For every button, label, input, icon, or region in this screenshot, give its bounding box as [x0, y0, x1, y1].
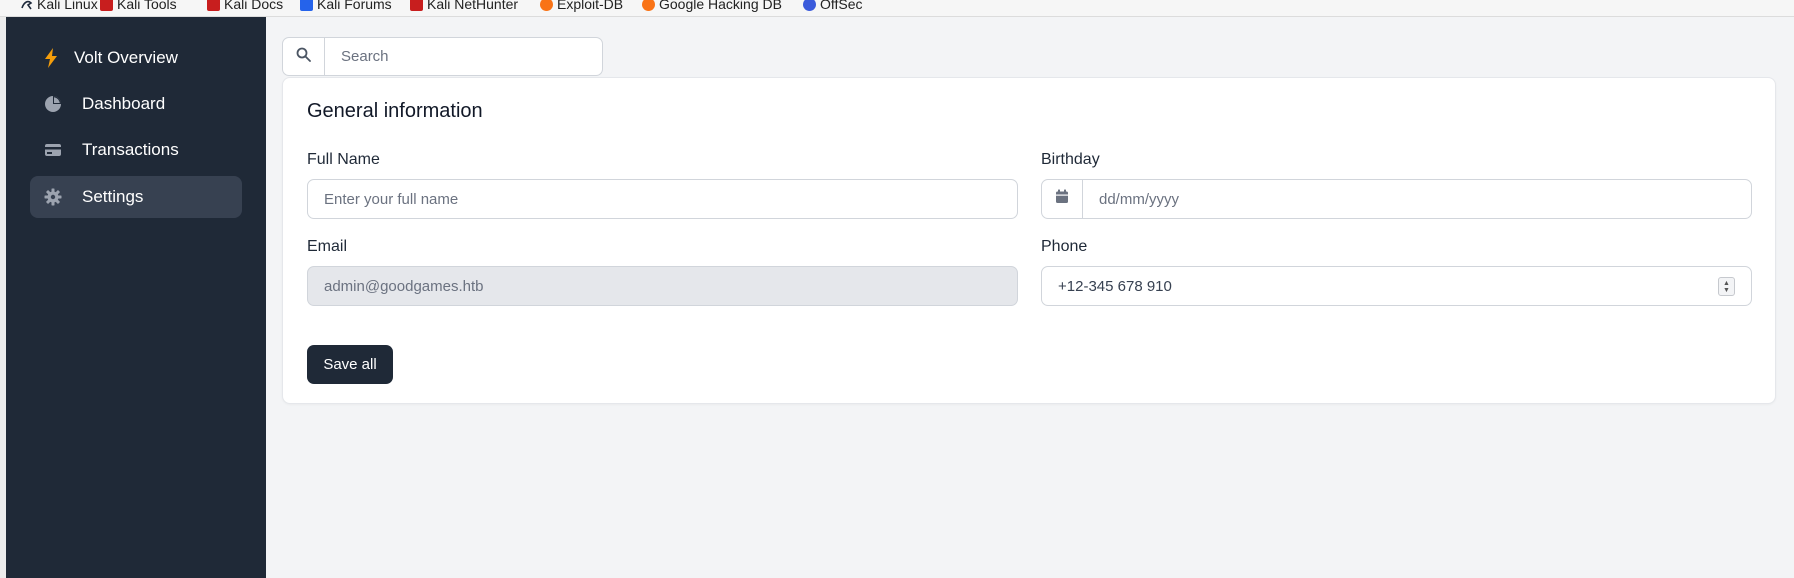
full-name-label: Full Name [307, 151, 380, 168]
ghdb-icon [642, 0, 655, 11]
phone-number-spinner[interactable]: ▲ ▼ [1718, 277, 1735, 296]
bookmark-kali-tools[interactable]: Kali Tools [100, 0, 177, 12]
kali-forums-icon [300, 0, 313, 11]
general-information-card: General information Full Name Birthday E… [282, 77, 1776, 404]
phone-field-wrapper: ▲ ▼ [1041, 266, 1752, 306]
card-title: General information [307, 100, 483, 122]
full-name-field-wrapper [307, 179, 1018, 219]
bookmark-google-hacking-db[interactable]: Google Hacking DB [642, 0, 782, 12]
sidebar: Volt Overview Dashboard Transactions Set… [6, 17, 266, 578]
bookmark-exploit-db[interactable]: Exploit-DB [540, 0, 623, 12]
bookmark-kali-docs[interactable]: Kali Docs [207, 0, 283, 12]
bookmark-offsec[interactable]: OffSec [803, 0, 863, 12]
chevron-up-icon: ▲ [1723, 279, 1730, 287]
credit-card-icon [44, 141, 62, 159]
search-bar [282, 37, 603, 76]
sidebar-item-settings[interactable]: Settings [30, 176, 242, 218]
gear-icon [44, 188, 62, 206]
chevron-down-icon: ▼ [1723, 286, 1730, 294]
exploit-db-icon [540, 0, 553, 11]
sidebar-item-dashboard[interactable]: Dashboard [30, 83, 242, 125]
save-all-button[interactable]: Save all [307, 345, 393, 384]
email-label: Email [307, 238, 348, 255]
pie-chart-icon [44, 95, 62, 113]
lightning-icon [42, 48, 60, 68]
kali-linux-icon [20, 0, 33, 11]
sidebar-brand-label: Volt Overview [74, 48, 178, 67]
email-field-wrapper [307, 266, 1018, 306]
calendar-icon [1055, 189, 1069, 209]
email-input [308, 267, 1017, 305]
bookmark-kali-linux[interactable]: Kali Linux [20, 0, 98, 12]
bookmark-kali-forums[interactable]: Kali Forums [300, 0, 392, 12]
sidebar-brand[interactable]: Volt Overview [30, 37, 242, 79]
full-name-input[interactable] [308, 180, 1017, 218]
bookmarks-bar: Kali Linux Kali Tools Kali Docs Kali For… [0, 0, 1794, 17]
kali-docs-icon [207, 0, 220, 11]
birthday-input[interactable] [1083, 180, 1751, 218]
phone-label: Phone [1041, 238, 1088, 255]
calendar-button[interactable] [1042, 180, 1083, 218]
offsec-icon [803, 0, 816, 11]
phone-input[interactable] [1042, 267, 1751, 305]
search-icon [296, 47, 311, 67]
sidebar-item-label: Dashboard [82, 94, 166, 113]
search-input[interactable] [325, 38, 602, 75]
sidebar-item-transactions[interactable]: Transactions [30, 129, 242, 171]
kali-nethunter-icon [410, 0, 423, 11]
birthday-field-wrapper [1041, 179, 1752, 219]
sidebar-item-label: Settings [82, 187, 144, 206]
bookmark-kali-nethunter[interactable]: Kali NetHunter [410, 0, 518, 12]
kali-tools-icon [100, 0, 113, 11]
search-button[interactable] [283, 38, 325, 75]
birthday-label: Birthday [1041, 151, 1100, 168]
sidebar-item-label: Transactions [82, 140, 179, 159]
